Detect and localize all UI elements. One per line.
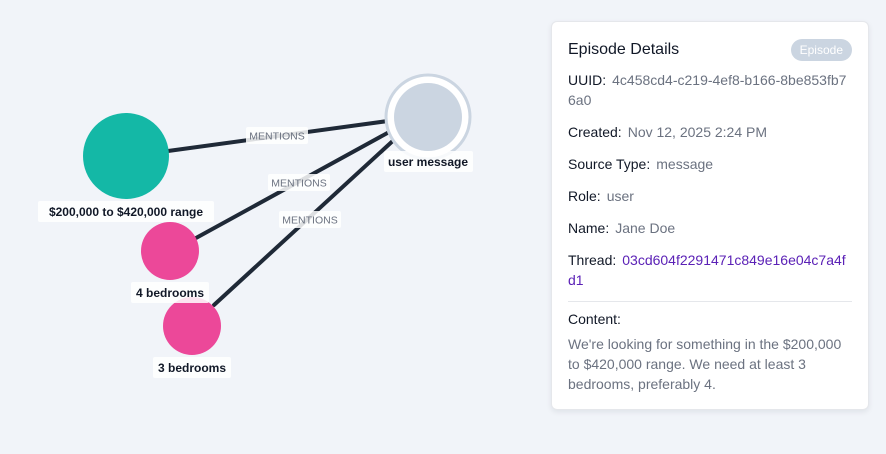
panel-title: Episode Details xyxy=(568,41,680,58)
edge-label-text: MENTIONS xyxy=(271,178,326,190)
node-3-bedrooms[interactable] xyxy=(163,297,221,355)
node-label-text: $200,000 to $420,000 range xyxy=(49,205,203,219)
role-field: Role: user xyxy=(568,186,852,206)
role-value: user xyxy=(606,188,634,204)
divider xyxy=(568,301,852,302)
edge-label-4bed: MENTIONS xyxy=(268,174,330,191)
node-user-message[interactable] xyxy=(384,73,472,161)
created-label: Created: xyxy=(568,124,622,140)
name-field: Name: Jane Doe xyxy=(568,218,852,238)
content-label: Content: xyxy=(568,311,621,327)
created-field: Created: Nov 12, 2025 2:24 PM xyxy=(568,122,852,142)
thread-field: Thread: 03cd604f2291471c849e16e04c7a4fd1 xyxy=(568,250,852,290)
node-label-price-range: $200,000 to $420,000 range xyxy=(38,201,214,222)
panel-header: Episode Details Episode xyxy=(568,39,852,63)
uuid-value: 4c458cd4-c219-4ef8-b166-8be853fb76a0 xyxy=(568,72,847,108)
role-label: Role: xyxy=(568,188,601,204)
node-label-user-message: user message xyxy=(384,151,473,172)
episode-details-panel: Episode Details Episode UUID: 4c458cd4-c2… xyxy=(551,21,869,410)
edge-label-price: MENTIONS xyxy=(246,127,308,144)
node-label-text: 3 bedrooms xyxy=(158,361,226,375)
source-type-field: Source Type: message xyxy=(568,154,852,174)
edge-label-3bed: MENTIONS xyxy=(279,211,341,228)
edge-label-text: MENTIONS xyxy=(249,131,304,143)
node-price-range[interactable] xyxy=(83,113,169,199)
uuid-field: UUID: 4c458cd4-c219-4ef8-b166-8be853fb76a… xyxy=(568,70,852,110)
node-label-4-bedrooms: 4 bedrooms xyxy=(131,282,209,303)
node-label-3-bedrooms: 3 bedrooms xyxy=(153,357,231,378)
content-text: We're looking for something in the $200,… xyxy=(568,336,842,392)
node-4-bedrooms[interactable] xyxy=(141,222,199,280)
source-type-label: Source Type: xyxy=(568,156,651,172)
edge-label-text: MENTIONS xyxy=(282,215,337,227)
node-label-text: user message xyxy=(388,155,468,169)
name-label: Name: xyxy=(568,220,610,236)
thread-label: Thread: xyxy=(568,252,617,268)
name-value: Jane Doe xyxy=(615,220,676,236)
uuid-label: UUID: xyxy=(568,72,607,88)
created-value: Nov 12, 2025 2:24 PM xyxy=(627,124,768,140)
node-label-text: 4 bedrooms xyxy=(136,286,204,300)
source-type-value: message xyxy=(656,156,714,172)
type-badge: Episode xyxy=(790,39,852,61)
